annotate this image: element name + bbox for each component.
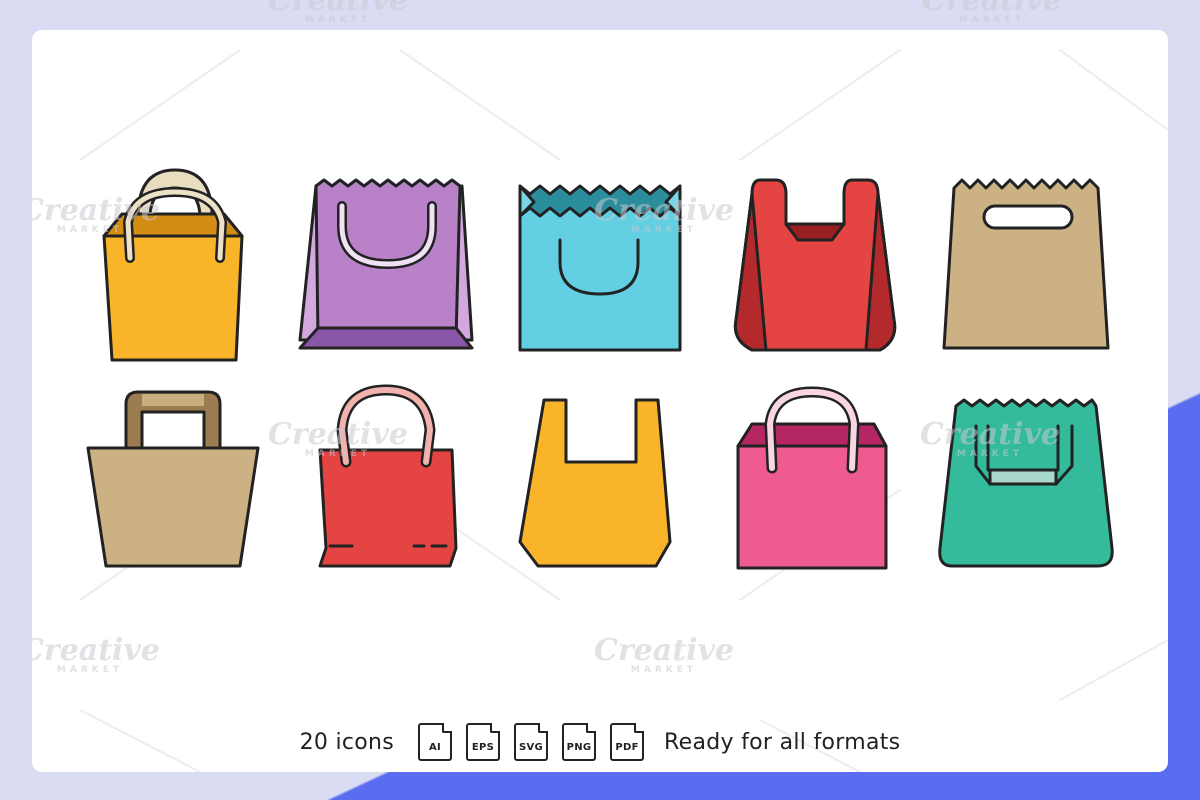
- ai-file-icon: AI: [418, 723, 453, 761]
- shopping-bag-pink-icon: [736, 386, 888, 570]
- shopping-bag-yellow-icon: [102, 168, 244, 362]
- svg-file-icon: SVG: [514, 723, 549, 761]
- formats-tagline: Ready for all formats: [664, 729, 901, 755]
- shopping-bag-cyan-icon: [518, 184, 682, 352]
- eps-file-icon: EPS: [466, 723, 501, 761]
- format-list: AI EPS SVG PNG PDF: [418, 723, 645, 761]
- shopping-bag-purple-icon: [298, 178, 474, 350]
- icon-count: 20 icons: [299, 729, 395, 755]
- footer-bar: 20 icons AI EPS SVG PNG PDF Ready for al…: [32, 720, 1168, 764]
- icon-set: [79, 49, 1168, 772]
- preview-card: Creative MARKET Creative MARKET Creative MA…: [32, 30, 1168, 772]
- shopping-bag-green-icon: [938, 398, 1114, 568]
- pdf-file-icon: PDF: [610, 723, 645, 761]
- png-file-icon: PNG: [562, 723, 597, 761]
- plastic-bag-red-icon: [733, 178, 897, 352]
- tote-bag-kraft-icon: [86, 390, 260, 568]
- plastic-bag-yellow-icon: [518, 398, 672, 568]
- shopping-bag-red-icon: [318, 384, 458, 568]
- paper-bag-kraft-icon: [942, 178, 1110, 350]
